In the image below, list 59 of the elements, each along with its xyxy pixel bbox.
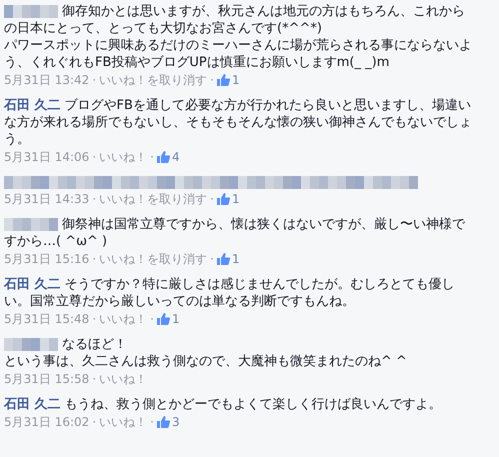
like-link[interactable]: いいね！を取り消す <box>99 72 208 88</box>
author-name[interactable]: 石田 久二 <box>4 396 61 413</box>
comment-time[interactable]: 5月31日 15:48 <box>4 311 90 327</box>
thumbs-up-icon <box>156 151 170 163</box>
comment-text: い。国常立尊だから厳しいってのは単なる判断ですもんね。 <box>4 293 355 310</box>
separator-dot: · <box>92 191 96 207</box>
comment-text: すから…( ^ω^ ) <box>4 233 108 250</box>
comment-time[interactable]: 5月31日 13:42 <box>4 72 90 88</box>
separator-dot: · <box>92 311 96 327</box>
comment-text: パワースポットに興味あるだけのミーハーさんに場が荒らされる事にならないよ <box>4 37 472 54</box>
blurred-name <box>4 338 58 351</box>
comment-text: そうですか？特に厳しさは感じませんでしたが。むしろとても優し <box>64 276 455 293</box>
like-link[interactable]: いいね！を取り消す <box>99 191 208 207</box>
comment-text: の日本にとって、とっても大切なお宮さんです(*^^*) <box>4 20 322 37</box>
comment-time[interactable]: 5月31日 16:02 <box>4 414 90 430</box>
like-link[interactable]: いいね！を取り消す <box>99 251 208 267</box>
like-link[interactable]: いいね！ <box>99 149 148 165</box>
like-link[interactable]: いいね！ <box>99 414 148 430</box>
thumbs-up-icon <box>216 253 230 265</box>
separator-dot: · <box>92 251 96 267</box>
comment-text: もうね、救う側とかどーでもよくて楽しく行けば良いんですよ。 <box>64 396 442 413</box>
separator-dot: · <box>210 251 214 267</box>
thumbs-up-icon <box>156 313 170 325</box>
thumbs-up-icon <box>216 193 230 205</box>
like-link[interactable]: いいね！ <box>99 371 148 387</box>
comment-time[interactable]: 5月31日 14:06 <box>4 149 90 165</box>
like-count[interactable]: 3 <box>172 414 180 430</box>
separator-dot: · <box>92 414 96 430</box>
comment-text: という事は、久二さんは救う側なので、大魔神も微笑まれたのね^ ^ <box>4 353 407 370</box>
separator-dot: · <box>92 72 96 88</box>
comment-text: う、くれぐれもFB投稿やブログUPは慎重にお願いしますm(_ _)m <box>4 54 390 71</box>
comment-time[interactable]: 5月31日 14:33 <box>4 191 90 207</box>
separator-dot: · <box>150 414 154 430</box>
like-link[interactable]: いいね！ <box>99 311 148 327</box>
separator-dot: · <box>92 149 96 165</box>
blurred-name <box>4 5 58 18</box>
like-count[interactable]: 1 <box>232 251 240 267</box>
like-count[interactable]: 1 <box>232 72 240 88</box>
author-name[interactable]: 石田 久二 <box>4 97 61 114</box>
separator-dot: · <box>210 72 214 88</box>
like-count[interactable]: 4 <box>172 149 180 165</box>
comment-text: ブログやFBを通して必要な方が行かれたら良いと思いますし、場違い <box>64 97 471 114</box>
blurred-name <box>4 218 58 231</box>
comment-time[interactable]: 5月31日 15:58 <box>4 371 90 387</box>
comment-text: う。 <box>4 131 30 148</box>
separator-dot: · <box>150 311 154 327</box>
thumbs-up-icon <box>156 416 170 428</box>
comment-text: 御存知かとは思いますが、秋元さんは地元の方はもちろん、これから <box>62 3 465 20</box>
comment-text: 御祭神は国常立尊ですから、懐は狭くはないですが、厳し〜い神様で <box>62 216 465 233</box>
separator-dot: · <box>92 371 96 387</box>
comment-time[interactable]: 5月31日 15:16 <box>4 251 90 267</box>
thumbs-up-icon <box>216 74 230 86</box>
comment-text: な方が来れる場所でもないし、そもそもそんな懐の狭い御神さんでもないでしょ <box>4 114 472 131</box>
separator-dot: · <box>210 191 214 207</box>
like-count[interactable]: 1 <box>232 191 240 207</box>
separator-dot: · <box>150 149 154 165</box>
author-name[interactable]: 石田 久二 <box>4 276 61 293</box>
comment-text: なるほど！ <box>62 336 127 353</box>
like-count[interactable]: 1 <box>172 311 180 327</box>
